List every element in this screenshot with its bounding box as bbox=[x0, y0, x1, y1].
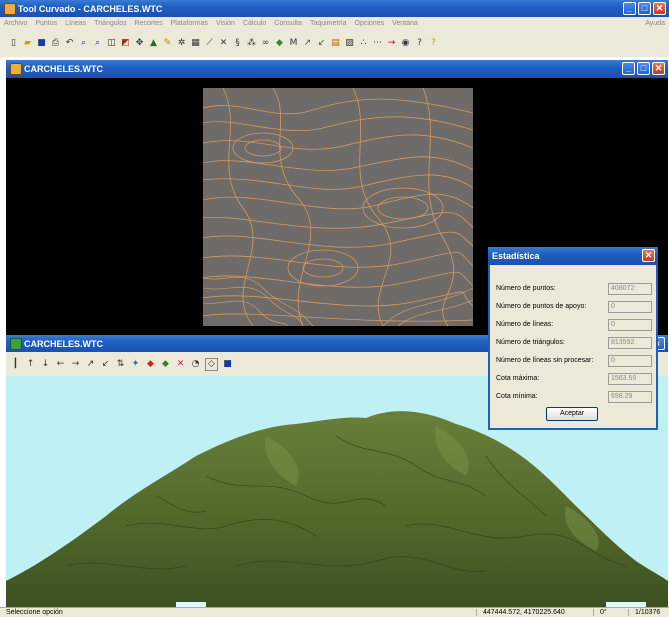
maximize-button[interactable]: □ bbox=[638, 2, 651, 15]
dialog-title: Estadística bbox=[492, 251, 540, 261]
binoculars-icon[interactable]: ∞ bbox=[260, 38, 271, 49]
table-icon[interactable]: ▤ bbox=[330, 38, 341, 49]
save-icon[interactable]: ■ bbox=[36, 38, 47, 49]
menu-bar: Archivo Puntos Líneas Triángulos Recorte… bbox=[0, 17, 669, 29]
wireframe-icon[interactable]: ◇ bbox=[205, 357, 218, 371]
move-left-icon[interactable]: ← bbox=[55, 359, 66, 370]
min-elevation-label: Cota mínima: bbox=[496, 393, 538, 400]
grid-icon[interactable]: ▦ bbox=[190, 38, 201, 49]
menu-opciones[interactable]: Opciones bbox=[351, 20, 389, 27]
save-view-icon[interactable]: ■ bbox=[222, 359, 233, 370]
menu-plataformas[interactable]: Plataformas bbox=[167, 20, 212, 27]
points-label: Número de puntos: bbox=[496, 285, 556, 292]
print-icon[interactable]: ⎙ bbox=[50, 38, 61, 49]
zoom-in-icon[interactable]: ⌕ bbox=[78, 38, 89, 49]
app-titlebar: Tool Curvado - CARCHELES.WTC _ □ ✕ bbox=[0, 0, 669, 17]
menu-consulta[interactable]: Consulta bbox=[270, 20, 306, 27]
zoom-out-icon[interactable]: ⌕ bbox=[92, 38, 103, 49]
rotate-down-icon[interactable]: ↙ bbox=[100, 359, 111, 370]
points-value: 408072 bbox=[608, 283, 652, 295]
support-points-value: 0 bbox=[608, 301, 652, 313]
dashes-icon[interactable]: ⋯ bbox=[372, 38, 383, 49]
contour-minimize-button[interactable]: _ bbox=[622, 62, 635, 75]
map-color-icon[interactable]: ◆ bbox=[274, 38, 285, 49]
close-button[interactable]: ✕ bbox=[653, 2, 666, 15]
line-tool-icon[interactable]: ⟋ bbox=[204, 38, 215, 49]
statistics-dialog: Estadística ✕ Número de puntos: 408072 N… bbox=[488, 247, 658, 430]
rotate-up-icon[interactable]: ↗ bbox=[85, 359, 96, 370]
light-icon[interactable]: ✦ bbox=[130, 359, 141, 370]
undo-icon[interactable]: ↶ bbox=[64, 38, 75, 49]
status-message: Seleccione opción bbox=[6, 609, 63, 616]
unprocessed-lines-label: Número de líneas sin procesar: bbox=[496, 357, 594, 364]
contour-close-button[interactable]: ✕ bbox=[652, 62, 665, 75]
points-icon[interactable]: ⁂ bbox=[246, 38, 257, 49]
zoom-window-icon[interactable]: ◫ bbox=[106, 38, 117, 49]
zoom-all-icon[interactable]: ◩ bbox=[120, 38, 131, 49]
help-icon[interactable]: ? bbox=[428, 38, 439, 49]
unprocessed-lines-value: 0 bbox=[608, 355, 652, 367]
new-file-icon[interactable]: ▯ bbox=[8, 38, 19, 49]
main-toolbar: ▯ ▰ ■ ⎙ ↶ ⌕ ⌕ ◫ ◩ ✥ ▲ ✎ ✲ ▦ ⟋ ✕ § ⁂ ∞ ◆ … bbox=[0, 29, 669, 57]
cancel-3d-icon[interactable]: ✕ bbox=[175, 359, 186, 370]
minimize-button[interactable]: _ bbox=[623, 2, 636, 15]
pencil-icon[interactable]: ✎ bbox=[162, 38, 173, 49]
window-icon bbox=[10, 63, 22, 75]
menu-taquimetria[interactable]: Taquimetría bbox=[306, 20, 351, 27]
app-icon bbox=[4, 3, 16, 15]
dialog-close-button[interactable]: ✕ bbox=[642, 249, 655, 262]
open-folder-icon[interactable]: ▰ bbox=[22, 38, 33, 49]
dialog-titlebar: Estadística ✕ bbox=[488, 247, 658, 265]
lines-label: Número de líneas: bbox=[496, 321, 554, 328]
max-elevation-value: 1563.59 bbox=[608, 373, 652, 385]
shade-icon[interactable]: ◆ bbox=[160, 359, 171, 370]
contour-window-titlebar: CARCHELES.WTC _ □ ✕ bbox=[6, 60, 668, 78]
app-title: Tool Curvado - CARCHELES.WTC bbox=[18, 3, 163, 14]
menu-vision[interactable]: Visión bbox=[212, 20, 239, 27]
curve-icon[interactable]: § bbox=[232, 38, 243, 49]
menu-puntos[interactable]: Puntos bbox=[31, 20, 61, 27]
status-angle: 0° bbox=[593, 609, 628, 616]
red-arrow-icon[interactable]: → bbox=[386, 38, 397, 49]
terrain-icon[interactable]: ▲ bbox=[148, 38, 159, 49]
help-cursor-icon[interactable]: ? bbox=[414, 38, 425, 49]
contour-map bbox=[203, 88, 473, 326]
contour-maximize-button[interactable]: □ bbox=[637, 62, 650, 75]
status-bar: Seleccione opción 447444.572, 4170225.64… bbox=[0, 607, 669, 617]
triangles-value: 813592 bbox=[608, 337, 652, 349]
snap-icon[interactable]: ✲ bbox=[176, 38, 187, 49]
delete-tool-icon[interactable]: ✕ bbox=[218, 38, 229, 49]
dots-icon[interactable]: ∴ bbox=[358, 38, 369, 49]
move-right-icon[interactable]: → bbox=[70, 359, 81, 370]
menu-ayuda[interactable]: Ayuda bbox=[641, 20, 669, 27]
menu-recortes[interactable]: Recortes bbox=[131, 20, 167, 27]
min-elevation-value: 698.29 bbox=[608, 391, 652, 403]
move-up-icon[interactable]: ↑ bbox=[25, 359, 36, 370]
arrow-down-icon[interactable]: ↙ bbox=[316, 38, 327, 49]
accept-button[interactable]: Aceptar bbox=[546, 407, 598, 421]
move-down-icon[interactable]: ↓ bbox=[40, 359, 51, 370]
pan-icon[interactable]: ✥ bbox=[134, 38, 145, 49]
menu-lineas[interactable]: Líneas bbox=[61, 20, 90, 27]
chart-icon[interactable]: ▨ bbox=[344, 38, 355, 49]
menu-triangulos[interactable]: Triángulos bbox=[90, 20, 130, 27]
menu-ventana[interactable]: Ventana bbox=[388, 20, 422, 27]
arrow-up-icon[interactable]: ↗ bbox=[302, 38, 313, 49]
status-scale: 1/10376 bbox=[628, 609, 660, 616]
refresh-icon[interactable]: ◔ bbox=[190, 359, 201, 370]
max-elevation-label: Cota máxima: bbox=[496, 375, 540, 382]
grip-icon: ┃ bbox=[12, 358, 19, 369]
lines-value: 0 bbox=[608, 319, 652, 331]
window-3d-icon bbox=[10, 338, 22, 350]
profile-icon[interactable]: M bbox=[288, 38, 299, 49]
support-points-label: Número de puntos de apoyo: bbox=[496, 303, 587, 310]
vertical-scale-icon[interactable]: ⇅ bbox=[115, 359, 126, 370]
triangles-label: Número de triángulos: bbox=[496, 339, 565, 346]
menu-archivo[interactable]: Archivo bbox=[0, 20, 31, 27]
menu-calculo[interactable]: Cálculo bbox=[239, 20, 270, 27]
eye-icon[interactable]: ◉ bbox=[400, 38, 411, 49]
status-coords: 447444.572, 4170225.640 bbox=[476, 609, 593, 616]
color-icon[interactable]: ◆ bbox=[145, 359, 156, 370]
